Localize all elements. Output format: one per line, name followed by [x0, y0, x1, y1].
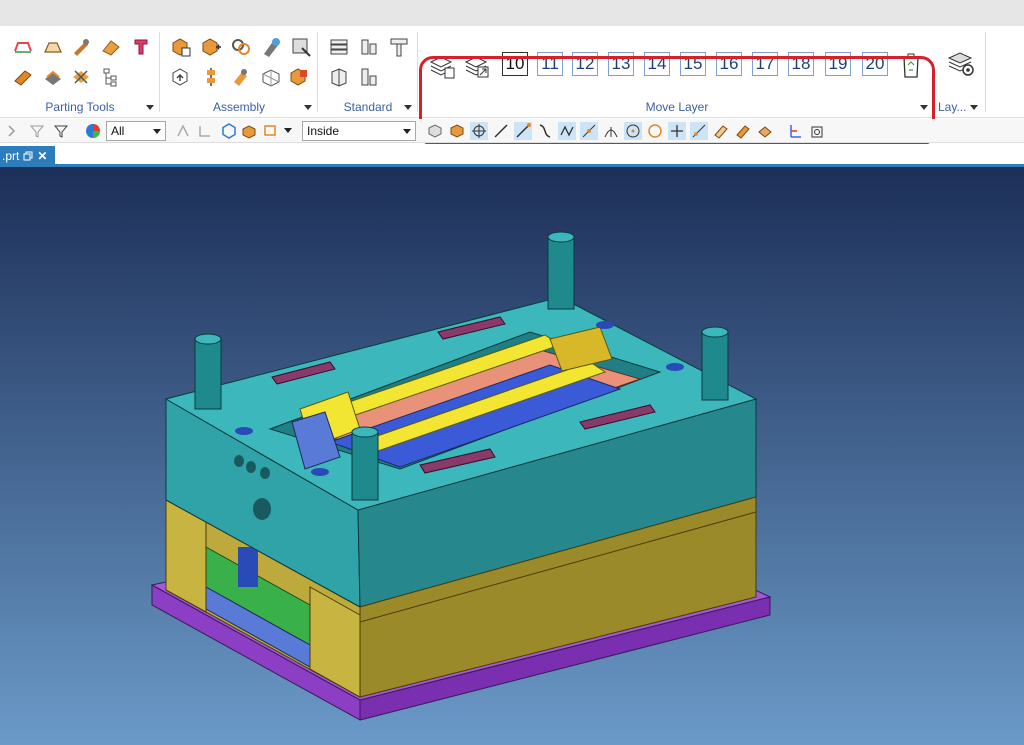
parting-line-icon[interactable] — [12, 36, 34, 58]
chevron-down-icon[interactable] — [304, 105, 312, 110]
scope-select-value: Inside — [307, 124, 340, 138]
selection-toolbar: All Inside — [0, 119, 1024, 143]
standard-part-icon[interactable] — [358, 36, 380, 58]
split-body-icon[interactable] — [130, 36, 152, 58]
control-point-icon[interactable] — [580, 122, 598, 140]
chevron-down-icon[interactable] — [920, 105, 928, 110]
chevron-down-icon — [153, 129, 161, 134]
chevron-down-icon[interactable] — [146, 105, 154, 110]
funnel-icon[interactable] — [28, 122, 46, 140]
layer-13-button[interactable]: 13 — [608, 52, 634, 76]
layer-label: Lay... — [938, 100, 967, 114]
parting-navigator-icon[interactable] — [100, 66, 122, 88]
recycle-bin-icon[interactable] — [898, 50, 924, 80]
ribbon: Parting Tools Assembly Standard 10 11 12… — [0, 26, 1024, 146]
wcs-icon[interactable] — [786, 122, 804, 140]
chevron-down-icon[interactable] — [284, 128, 292, 133]
point-on-curve-icon[interactable] — [690, 122, 708, 140]
define-region-icon[interactable] — [42, 66, 64, 88]
patch-surface-icon[interactable] — [12, 66, 34, 88]
ribbon-group-parting-tools: Parting Tools — [0, 26, 160, 118]
layer-10-button[interactable]: 10 — [502, 52, 528, 76]
wave-link-icon[interactable] — [290, 36, 312, 58]
bounded-grid-icon[interactable] — [734, 122, 752, 140]
scope-select[interactable]: Inside — [302, 121, 416, 141]
ribbon-group-layer: Lay... — [936, 26, 986, 118]
assembly-label: Assembly — [212, 100, 265, 114]
layer-12-button[interactable]: 12 — [572, 52, 598, 76]
add-component-icon[interactable] — [170, 36, 192, 58]
graphics-viewport[interactable] — [0, 167, 1024, 745]
layer-14-button[interactable]: 14 — [644, 52, 670, 76]
intersection-icon[interactable] — [602, 122, 620, 140]
chevron-down-icon[interactable] — [404, 105, 412, 110]
assembly-sequence-icon[interactable] — [288, 66, 310, 88]
ejector-pin-icon[interactable] — [388, 36, 410, 58]
quadrant-point-icon[interactable] — [646, 122, 664, 140]
line-icon[interactable] — [492, 122, 510, 140]
filter-select-value: All — [111, 124, 125, 138]
move-component-icon[interactable] — [200, 36, 222, 58]
curve-icon[interactable] — [536, 122, 554, 140]
ribbon-group-standard: Standard — [318, 26, 418, 118]
ribbon-group-move-layer: 10 11 12 13 14 15 16 17 18 19 20 Move La… — [418, 26, 936, 118]
trim-surface-icon[interactable] — [100, 36, 122, 58]
rectangle-select-icon[interactable] — [262, 122, 280, 140]
screw-part-icon[interactable] — [358, 66, 380, 88]
midpoint-icon[interactable] — [558, 122, 576, 140]
chevron-down-icon — [403, 129, 411, 134]
layer-15-button[interactable]: 15 — [680, 52, 706, 76]
orient-view-icon[interactable] — [808, 122, 826, 140]
snap-point-icon[interactable] — [174, 122, 192, 140]
arc-center-icon[interactable] — [624, 122, 642, 140]
document-tabbar: .prt ✕ — [0, 144, 1024, 166]
parting-surface-icon[interactable] — [42, 36, 64, 58]
shaded-view-icon[interactable] — [448, 122, 466, 140]
existing-point-icon[interactable] — [668, 122, 686, 140]
move-to-layer-icon[interactable] — [428, 52, 456, 80]
extend-surface-icon[interactable] — [70, 36, 92, 58]
endpoint-icon[interactable] — [514, 122, 532, 140]
layer-17-button[interactable]: 17 — [752, 52, 778, 76]
face-icon[interactable] — [756, 122, 774, 140]
tab-part-file[interactable]: .prt ✕ — [0, 146, 55, 166]
type-filter-icon[interactable] — [52, 122, 70, 140]
box-view-icon[interactable] — [426, 122, 444, 140]
component-array-icon[interactable] — [200, 66, 222, 88]
new-component-icon[interactable] — [170, 66, 192, 88]
snap-path-icon[interactable] — [196, 122, 214, 140]
ribbon-group-assembly: Assembly — [160, 26, 318, 118]
crosshair-icon[interactable] — [470, 122, 488, 140]
mold-base-icon[interactable] — [328, 36, 350, 58]
block-part-icon[interactable] — [328, 66, 350, 88]
body-select-icon[interactable] — [240, 122, 258, 140]
exploded-view-icon[interactable] — [260, 66, 282, 88]
guide-line-icon[interactable] — [70, 66, 92, 88]
layer-16-button[interactable]: 16 — [716, 52, 742, 76]
point-on-face-icon[interactable] — [712, 122, 730, 140]
replace-component-icon[interactable] — [230, 66, 252, 88]
tab-label: .prt — [2, 149, 20, 163]
move-layer-label: Move Layer — [645, 100, 709, 114]
restore-icon[interactable] — [23, 151, 33, 161]
hexagon-icon[interactable] — [220, 122, 238, 140]
standard-label: Standard — [343, 100, 393, 114]
copy-to-layer-icon[interactable] — [463, 52, 491, 80]
select-filter-icon[interactable] — [6, 122, 24, 140]
layer-11-button[interactable]: 11 — [537, 52, 563, 76]
layer-settings-icon[interactable] — [946, 48, 976, 78]
layer-19-button[interactable]: 19 — [825, 52, 851, 76]
layer-20-button[interactable]: 20 — [862, 52, 888, 76]
layer-18-button[interactable]: 18 — [788, 52, 814, 76]
close-icon[interactable]: ✕ — [37, 149, 47, 163]
color-filter-icon[interactable] — [84, 122, 102, 140]
chevron-down-icon[interactable] — [970, 105, 978, 110]
filter-select[interactable]: All — [106, 121, 166, 141]
mirror-component-icon[interactable] — [260, 36, 282, 58]
title-bar — [0, 0, 1024, 26]
parting-tools-label: Parting Tools — [45, 100, 115, 114]
constraint-icon[interactable] — [230, 36, 252, 58]
